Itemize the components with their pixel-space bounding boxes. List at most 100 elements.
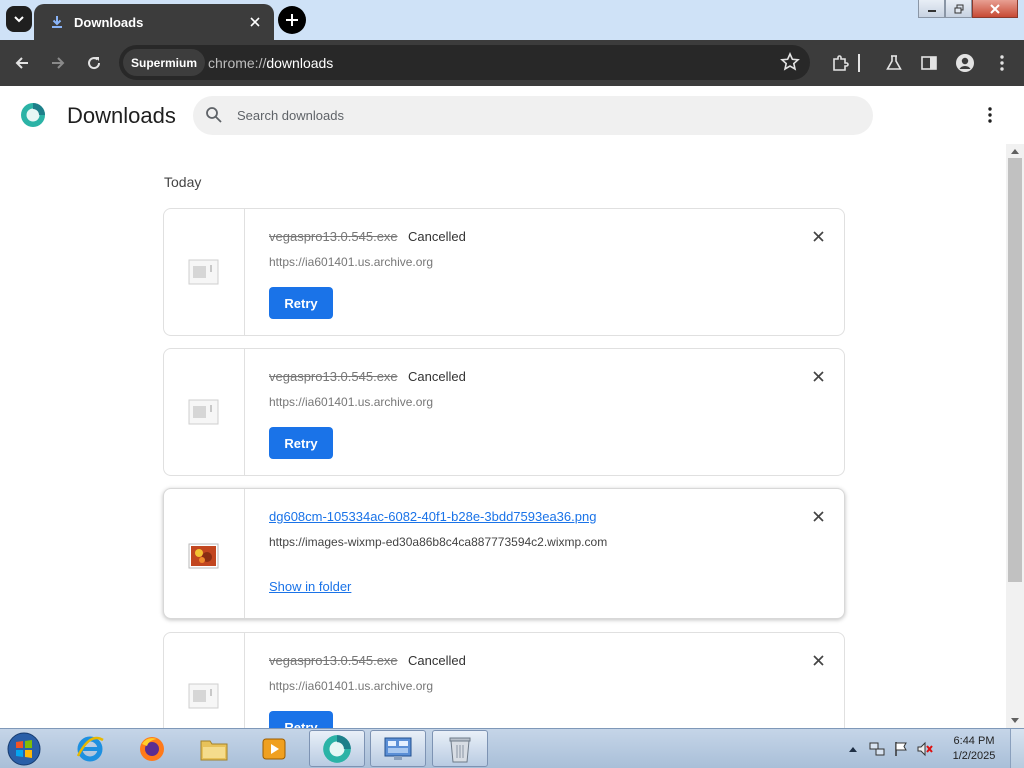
remove-from-list-button[interactable] (809, 227, 827, 245)
taskbar-control-panel[interactable] (370, 730, 426, 767)
url-text[interactable]: chrome://downloads (208, 55, 333, 71)
windows-logo-icon (7, 732, 41, 766)
tray-action-center-button[interactable] (890, 738, 912, 760)
supermium-icon (323, 734, 351, 763)
browser-menu-button[interactable] (990, 51, 1014, 75)
show-hidden-icons-button[interactable] (842, 738, 864, 760)
file-name-link[interactable]: dg608cm-105334ac-6082-40f1-b28e-3bdd7593… (269, 509, 596, 524)
file-icon-column (164, 633, 245, 728)
file-name: vegaspro13.0.545.exe (269, 229, 398, 244)
close-icon (812, 230, 824, 242)
url-path: downloads (266, 55, 334, 71)
tab-title: Downloads (74, 14, 144, 30)
remove-from-list-button[interactable] (809, 651, 827, 669)
retry-button[interactable]: Retry (269, 427, 333, 459)
source-url[interactable]: https://images-wixmp-ed30a86b8c4ca887773… (269, 535, 607, 549)
system-tray: 6:44 PM 1/2/2025 (842, 729, 1024, 768)
more-actions-button[interactable] (980, 104, 1000, 126)
avatar-icon (956, 54, 974, 72)
remove-from-list-button[interactable] (809, 507, 827, 525)
search-input[interactable] (237, 96, 837, 135)
minimize-button[interactable] (918, 0, 945, 18)
scroll-down-button[interactable] (1006, 714, 1024, 728)
page-scrollbar[interactable] (1006, 144, 1024, 728)
taskbar-supermium[interactable] (309, 730, 365, 767)
file-icon (188, 399, 219, 425)
clock-time: 6:44 PM (953, 735, 995, 747)
taskbar-internet-explorer[interactable] (62, 730, 118, 767)
extensions-button[interactable] (828, 51, 852, 75)
show-desktop-button[interactable] (1010, 729, 1024, 768)
scroll-up-button[interactable] (1006, 144, 1024, 158)
toolbar-divider (857, 51, 861, 75)
plus-icon (286, 14, 298, 26)
site-chip[interactable]: Supermium (123, 49, 206, 76)
downloads-list: Today vegaspro13.0.545.exe Cancelled htt… (0, 144, 1006, 728)
kebab-menu-icon (1000, 55, 1004, 71)
source-url[interactable]: https://ia601401.us.archive.org (269, 395, 433, 409)
download-status: Cancelled (408, 369, 466, 384)
tab-strip: Downloads (0, 0, 1024, 40)
arrow-left-icon (15, 57, 28, 69)
forward-button[interactable] (46, 51, 70, 75)
folder-icon (200, 740, 228, 760)
tab-downloads[interactable]: Downloads (34, 4, 274, 40)
close-window-button[interactable] (972, 0, 1018, 18)
taskbar-firefox[interactable] (124, 730, 180, 767)
firefox-icon (140, 736, 164, 761)
file-icon (188, 259, 219, 285)
browser-toolbar: Supermium chrome://downloads (0, 40, 1024, 86)
new-tab-button[interactable] (278, 6, 306, 34)
taskbar-media-player[interactable] (246, 730, 302, 767)
flask-icon (886, 55, 902, 70)
remove-from-list-button[interactable] (809, 367, 827, 385)
supermium-logo-icon (21, 103, 45, 127)
back-button[interactable] (10, 51, 34, 75)
puzzle-icon (833, 55, 849, 71)
tray-volume-button[interactable] (914, 738, 936, 760)
minimize-icon (927, 9, 936, 12)
tray-network-button[interactable] (866, 738, 888, 760)
search-box[interactable] (193, 96, 873, 135)
start-button[interactable] (4, 731, 44, 767)
reload-icon (88, 57, 101, 70)
retry-button[interactable]: Retry (269, 711, 333, 728)
control-panel-icon (384, 737, 412, 760)
show-in-folder-link[interactable]: Show in folder (269, 579, 351, 594)
source-url[interactable]: https://ia601401.us.archive.org (269, 679, 433, 693)
kebab-menu-icon (988, 107, 992, 123)
taskbar-file-explorer[interactable] (186, 730, 242, 767)
profile-button[interactable] (953, 51, 977, 75)
page-title: Downloads (67, 103, 176, 128)
taskbar-clock[interactable]: 6:44 PM 1/2/2025 (938, 734, 1010, 764)
flag-icon (895, 742, 907, 756)
close-icon (812, 370, 824, 382)
triangle-down-icon (1011, 718, 1019, 723)
close-tab-button[interactable] (246, 13, 264, 31)
tab-search-button[interactable] (6, 6, 32, 32)
close-icon (990, 3, 1000, 14)
bookmark-button[interactable] (780, 52, 800, 77)
labs-button[interactable] (882, 51, 906, 75)
downloads-header: Downloads (0, 86, 1024, 144)
retry-button[interactable]: Retry (269, 287, 333, 319)
file-icon-column (164, 489, 245, 618)
triangle-up-icon (849, 747, 857, 752)
download-item: dg608cm-105334ac-6082-40f1-b28e-3bdd7593… (163, 488, 845, 619)
scrollbar-thumb[interactable] (1008, 158, 1022, 582)
side-panel-icon (921, 56, 937, 70)
close-icon (250, 17, 260, 27)
reload-button[interactable] (82, 51, 106, 75)
windows-taskbar: 6:44 PM 1/2/2025 (0, 728, 1024, 768)
side-panel-button[interactable] (917, 51, 941, 75)
source-url[interactable]: https://ia601401.us.archive.org (269, 255, 433, 269)
star-icon (780, 52, 800, 71)
taskbar-recycle-bin[interactable] (432, 730, 488, 767)
image-file-icon (188, 543, 219, 569)
file-name: vegaspro13.0.545.exe (269, 653, 398, 668)
download-icon (52, 16, 62, 28)
file-name: vegaspro13.0.545.exe (269, 369, 398, 384)
restore-button[interactable] (945, 0, 972, 18)
address-bar[interactable]: Supermium chrome://downloads (119, 45, 810, 80)
search-icon (206, 107, 222, 123)
